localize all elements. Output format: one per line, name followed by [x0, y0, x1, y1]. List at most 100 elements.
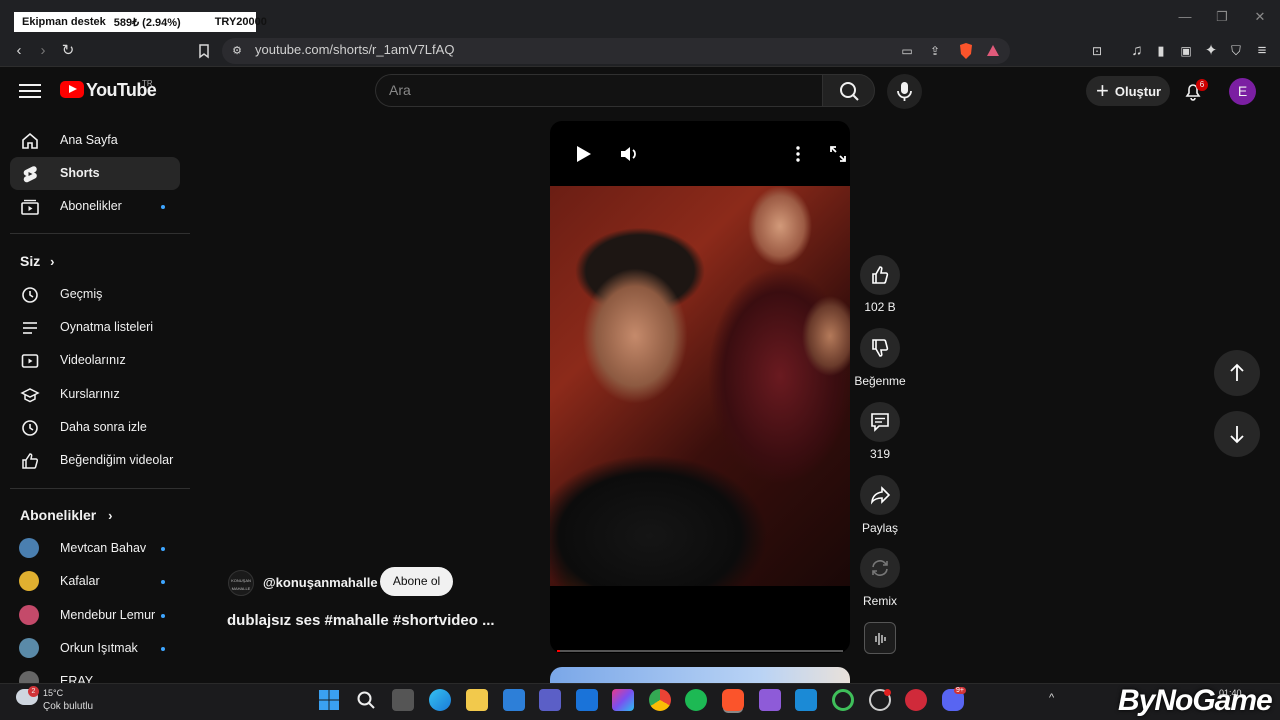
search-input[interactable]: Ara: [389, 82, 411, 98]
spotify-icon[interactable]: [685, 689, 707, 711]
sidebar-item-liked-videos[interactable]: Beğendiğim videolar: [10, 444, 180, 477]
m365-icon[interactable]: [612, 689, 634, 711]
visual-studio-icon[interactable]: [759, 689, 781, 711]
edge-icon[interactable]: [429, 689, 451, 711]
teams-icon[interactable]: [539, 689, 561, 711]
channel-avatar: [19, 538, 39, 558]
sidebar-item-playlists[interactable]: Oynatma listeleri: [10, 311, 180, 344]
share-page-icon[interactable]: ⇪: [924, 40, 946, 62]
hamburger-menu-icon[interactable]: [19, 80, 41, 102]
chrome-icon[interactable]: [649, 689, 671, 711]
region-code: TR: [142, 79, 153, 88]
create-label: Oluştur: [1114, 83, 1162, 99]
sidebar-item-label: Beğendiğim videolar: [60, 453, 174, 467]
price-ticker-widget: Ekipman destek 589₺ (2.94%) TRY20000: [14, 12, 267, 32]
media-icon[interactable]: ♫: [1126, 40, 1148, 62]
sidebar-subscription[interactable]: ERAY: [10, 665, 180, 683]
search-box[interactable]: [375, 74, 823, 107]
url-text[interactable]: youtube.com/shorts/r_1amV7LfAQ: [255, 42, 454, 57]
taskbar-clock[interactable]: 01:40: [1219, 688, 1242, 698]
close-icon[interactable]: ✕: [1251, 8, 1269, 26]
sidebar-item-history[interactable]: Geçmiş: [10, 278, 180, 311]
discord-badge: 9+: [954, 687, 966, 694]
subscribe-button[interactable]: Abone ol: [380, 567, 453, 596]
create-button[interactable]: + Oluştur: [1086, 76, 1170, 106]
browser-menu-icon[interactable]: ≡: [1251, 40, 1273, 62]
dislike-button[interactable]: [860, 328, 900, 368]
sidebar-toggle-icon[interactable]: ▮: [1150, 40, 1172, 62]
original-sound-button[interactable]: [864, 622, 896, 654]
reload-icon[interactable]: ↻: [57, 40, 79, 62]
taskbar-search-icon[interactable]: [355, 689, 377, 711]
site-settings-icon[interactable]: ⚙: [226, 40, 248, 62]
search-icon: [840, 82, 859, 101]
play-button[interactable]: [572, 143, 596, 165]
channel-name-link[interactable]: @konuşanmahalle: [263, 575, 378, 590]
search-button[interactable]: [822, 74, 875, 107]
valorant-icon[interactable]: [905, 689, 927, 711]
vscode-icon[interactable]: [795, 689, 817, 711]
sidebar-item-subscriptions[interactable]: Abonelikler: [10, 190, 180, 223]
plus-icon: +: [1096, 78, 1109, 103]
sidebar-item-courses[interactable]: Kurslarınız: [10, 378, 180, 411]
brave-icon[interactable]: [722, 689, 744, 711]
maximize-icon[interactable]: ❐: [1213, 8, 1231, 26]
sidebar-subscription[interactable]: Mendebur Lemur: [10, 599, 180, 632]
thumbs-down-icon: [872, 339, 889, 357]
account-avatar[interactable]: E: [1229, 78, 1256, 105]
remix-button[interactable]: [860, 548, 900, 588]
you-section-label: Siz: [20, 253, 41, 269]
like-count: 102 B: [864, 300, 896, 314]
sidebar-divider: [10, 488, 190, 489]
bookmark-icon[interactable]: [193, 40, 215, 62]
app-ring-icon[interactable]: [832, 689, 854, 711]
fullscreen-button[interactable]: [827, 143, 849, 165]
minimize-icon[interactable]: —: [1176, 8, 1194, 26]
back-icon[interactable]: ‹: [8, 40, 30, 62]
task-view-icon[interactable]: [392, 689, 414, 711]
store-icon[interactable]: [503, 689, 525, 711]
more-options-button[interactable]: [787, 143, 809, 165]
sidebar-item-your-videos[interactable]: Videolarınız: [10, 344, 180, 377]
like-button[interactable]: [860, 255, 900, 295]
screenshot-icon[interactable]: ⊡: [1086, 40, 1108, 62]
comments-button[interactable]: [860, 402, 900, 442]
mute-button[interactable]: [617, 143, 641, 165]
shorts-video-player[interactable]: [550, 121, 850, 653]
forward-icon[interactable]: ›: [32, 40, 54, 62]
brave-rewards-icon[interactable]: [982, 40, 1004, 62]
vpn-icon[interactable]: ⛉: [1225, 40, 1247, 62]
short-title[interactable]: dublajsız ses #mahalle #shortvideo ...: [227, 612, 495, 629]
cast-icon[interactable]: ▭: [896, 40, 918, 62]
next-short-button[interactable]: [1214, 411, 1260, 457]
brave-shield-icon[interactable]: [955, 40, 977, 62]
sidebar-subscription[interactable]: Orkun Işıtmak: [10, 632, 180, 665]
sidebar-item-home[interactable]: Ana Sayfa: [10, 124, 180, 157]
leo-ai-icon[interactable]: ✦: [1200, 40, 1222, 62]
voice-search-button[interactable]: [887, 74, 922, 109]
windows-start-icon[interactable]: [318, 689, 340, 711]
windows-taskbar: [0, 683, 1280, 720]
outlook-icon[interactable]: [576, 689, 598, 711]
sidebar-subscription[interactable]: Kafalar: [10, 565, 180, 598]
previous-short-button[interactable]: [1214, 350, 1260, 396]
tray-chevron-up-icon[interactable]: ^: [1049, 692, 1054, 704]
wallet-icon[interactable]: ▣: [1175, 40, 1197, 62]
channel-avatar[interactable]: KONUŞAN MAHALLE: [228, 570, 254, 596]
sidebar-subscription[interactable]: Mevtcan Bahav: [10, 532, 180, 565]
you-section-title[interactable]: Siz ›: [20, 253, 54, 269]
file-explorer-icon[interactable]: [466, 689, 488, 711]
weather-temperature[interactable]: 15°C: [43, 688, 63, 698]
share-button[interactable]: [860, 475, 900, 515]
new-content-dot: [161, 614, 165, 618]
expand-icon: [830, 146, 846, 162]
youtube-logo-icon[interactable]: [60, 81, 84, 98]
sidebar-item-watch-later[interactable]: Daha sonra izle: [10, 411, 180, 444]
sidebar-item-label: Oynatma listeleri: [60, 320, 154, 334]
video-progress-track[interactable]: [557, 650, 843, 652]
weather-description[interactable]: Çok bulutlu: [43, 701, 93, 712]
subscriptions-section-title[interactable]: Abonelikler ›: [20, 507, 112, 523]
ticker-value: 589₺ (2.94%): [113, 16, 181, 29]
sidebar-item-shorts[interactable]: Shorts: [10, 157, 180, 190]
more-vertical-icon: [796, 146, 800, 162]
